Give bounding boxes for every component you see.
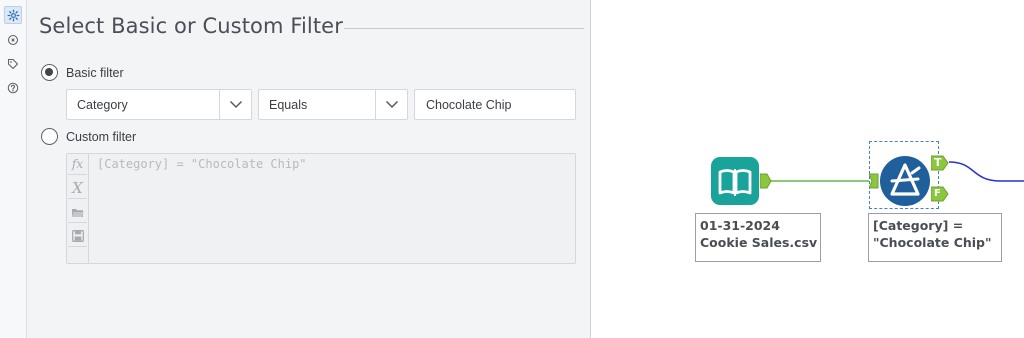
config-icon-rail: [0, 0, 27, 338]
expression-text: [Category] = "Chocolate Chip": [97, 157, 307, 171]
chevron-down-icon[interactable]: [375, 90, 407, 119]
input-anchor[interactable]: [869, 173, 879, 189]
tag-icon: [7, 58, 19, 70]
expression-toolbar: fx X: [67, 154, 89, 263]
custom-filter-label: Custom filter: [66, 130, 137, 144]
true-anchor-label: T: [934, 156, 942, 169]
input-data-tool[interactable]: [710, 156, 760, 206]
false-anchor-label: F: [934, 188, 941, 199]
filter-tool[interactable]: [879, 155, 931, 207]
fx-icon[interactable]: fx: [68, 154, 87, 175]
workflow-canvas[interactable]: 01-31-2024 Cookie Sales.csv T F [Categor…: [591, 0, 1024, 338]
basic-filter-radio[interactable]: [41, 64, 58, 81]
output-anchor[interactable]: [760, 173, 772, 189]
save-icon[interactable]: [68, 226, 87, 247]
gear-icon: [7, 9, 19, 21]
connection-line: [948, 161, 1024, 182]
input-data-icon: [711, 157, 759, 205]
basic-filter-label: Basic filter: [66, 66, 124, 80]
false-output-anchor[interactable]: F: [931, 186, 949, 202]
title-divider: [344, 28, 584, 29]
open-folder-icon[interactable]: [68, 202, 87, 223]
input-tool-label: 01-31-2024 Cookie Sales.csv: [695, 213, 821, 262]
field-select[interactable]: Category: [66, 89, 252, 120]
variable-icon[interactable]: X: [68, 178, 87, 199]
field-select-value: Category: [77, 98, 128, 112]
custom-filter-radio[interactable]: [41, 128, 58, 145]
filter-config-panel: Select Basic or Custom Filter Basic filt…: [27, 0, 591, 338]
connection-layer: [771, 161, 1024, 182]
chevron-down-icon[interactable]: [219, 90, 251, 119]
true-output-anchor[interactable]: T: [931, 155, 949, 171]
tags-tab[interactable]: [4, 55, 22, 73]
panel-title: Select Basic or Custom Filter: [39, 14, 343, 38]
annotation-tab[interactable]: [4, 31, 22, 49]
help-tab[interactable]: [4, 79, 22, 97]
filter-value-input[interactable]: Chocolate Chip: [414, 89, 576, 120]
configuration-tab[interactable]: [4, 6, 22, 24]
operator-select-value: Equals: [269, 98, 308, 112]
expression-editor[interactable]: fx X [Category] = "Chocolate Chip": [66, 153, 576, 264]
operator-select[interactable]: Equals: [258, 89, 408, 120]
filter-tool-label: [Category] = "Chocolate Chip": [868, 213, 1002, 262]
app-window: Select Basic or Custom Filter Basic filt…: [0, 0, 1024, 338]
help-icon: [7, 82, 19, 94]
filter-icon: [880, 156, 930, 206]
annotation-icon: [7, 34, 19, 46]
